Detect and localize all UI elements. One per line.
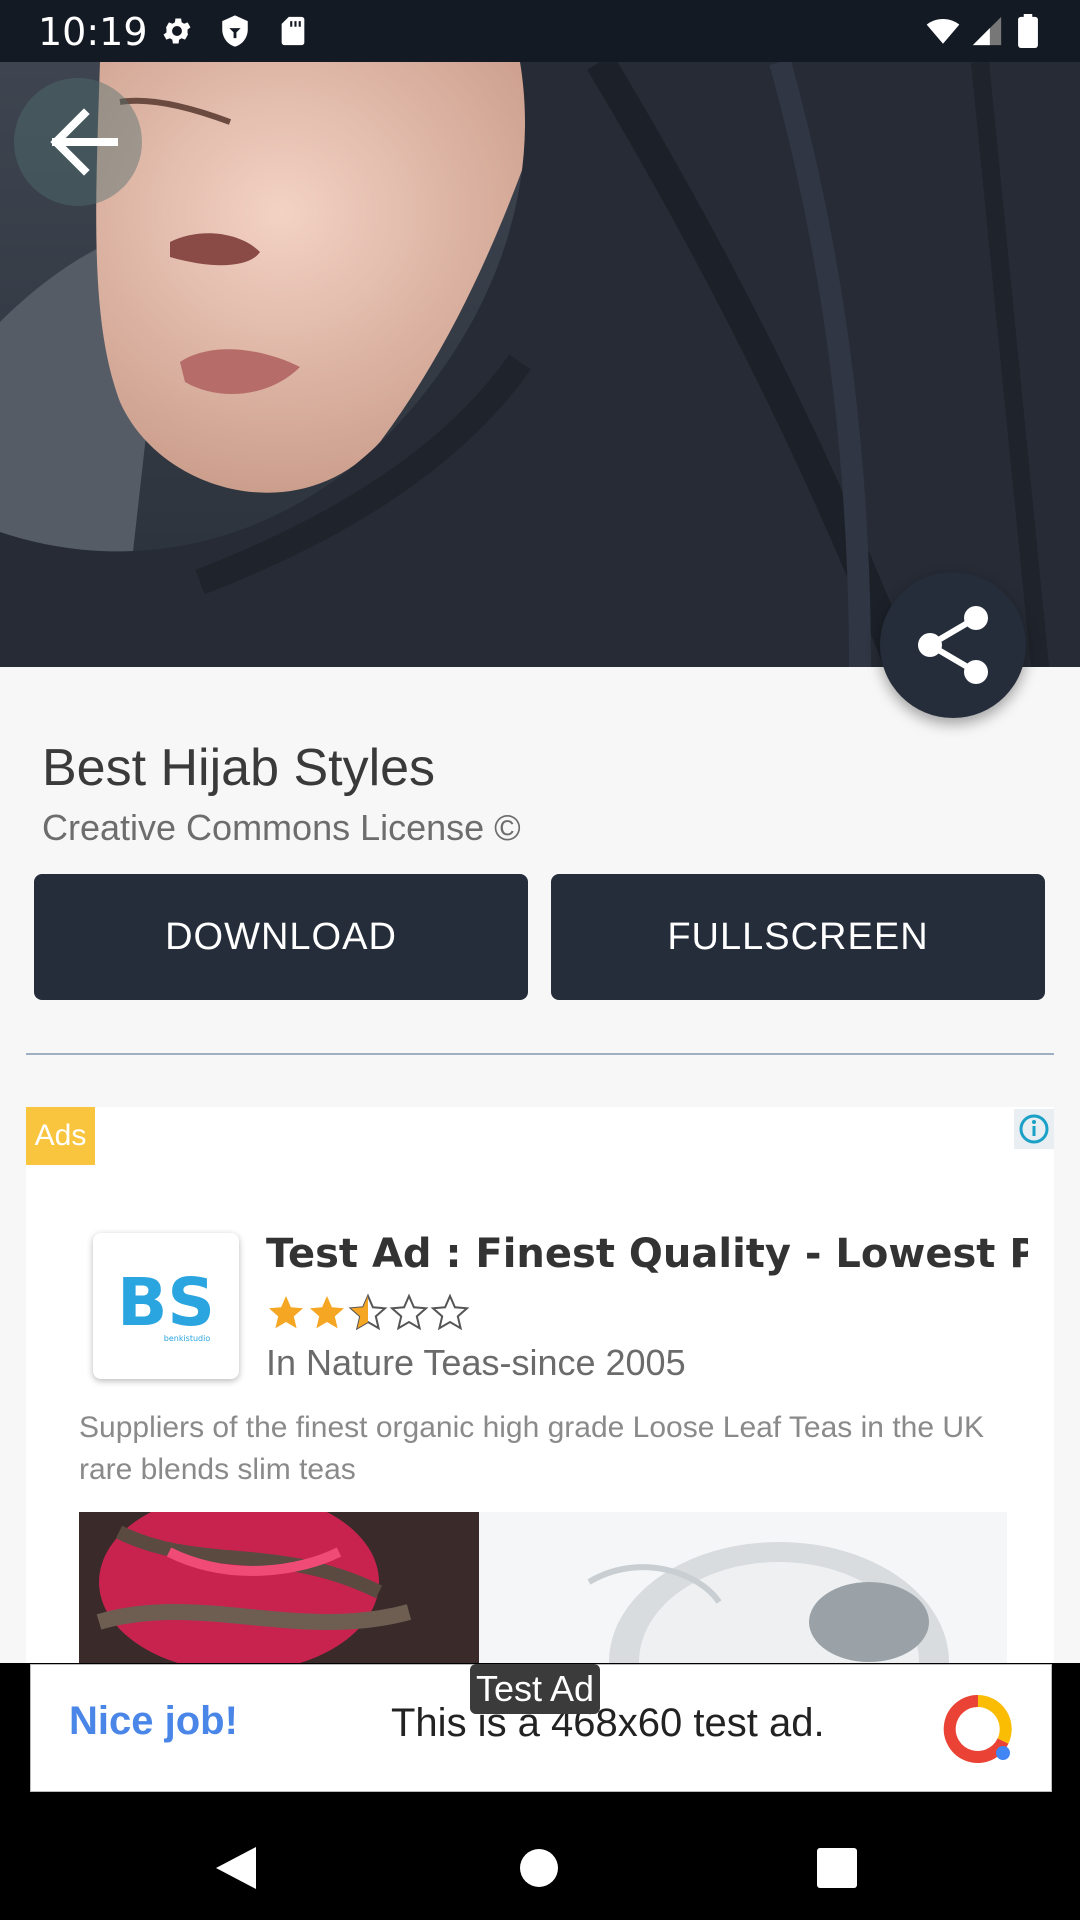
shield-icon (222, 15, 248, 47)
status-time: 10:19 (38, 10, 148, 54)
banner-ad-text: This is a 468x60 test ad. (391, 1701, 825, 1745)
test-ad-label: Test Ad (470, 1664, 601, 1714)
fullscreen-button[interactable]: FULLSCREEN (551, 874, 1045, 1000)
star-5-empty (432, 1295, 468, 1330)
status-bar: 10:19 (0, 0, 1080, 62)
download-button[interactable]: DOWNLOAD (34, 874, 528, 1000)
svg-text:benkistudio: benkistudio (164, 1334, 211, 1343)
nav-home-icon[interactable] (519, 1848, 559, 1888)
advertiser-logo[interactable]: BS benkistudio (93, 1233, 239, 1379)
nav-back-icon[interactable] (214, 1845, 258, 1891)
navigation-bar (0, 1813, 1080, 1920)
star-4-empty (391, 1295, 427, 1330)
nav-recents-icon[interactable] (817, 1848, 857, 1888)
svg-text:BS: BS (117, 1264, 215, 1341)
info-icon[interactable] (1014, 1109, 1054, 1149)
signal-icon (972, 16, 1002, 46)
ad-body-text: Suppliers of the finest organic high gra… (79, 1411, 985, 1486)
battery-icon (1018, 14, 1038, 48)
ad-media-image[interactable] (79, 1512, 1007, 1663)
advertiser-name: In Nature Teas-since 2005 (266, 1342, 686, 1383)
divider (26, 1053, 1054, 1055)
ads-badge: Ads (26, 1107, 95, 1165)
share-button[interactable] (880, 572, 1026, 718)
star-1 (269, 1296, 303, 1329)
settings-icon (163, 18, 191, 44)
page-title: Best Hijab Styles (42, 739, 436, 797)
share-icon (918, 606, 988, 684)
back-button[interactable] (14, 78, 142, 206)
ad-headline[interactable]: Test Ad : Finest Quality - Lowest Pri (266, 1231, 1028, 1277)
native-ad-card[interactable]: Ads BS benkistudio Test Ad : Finest Qual… (26, 1107, 1054, 1663)
star-3-half (350, 1295, 386, 1330)
star-2 (310, 1296, 344, 1329)
back-arrow-icon (50, 108, 118, 176)
rating-stars (269, 1295, 468, 1330)
tea-image (79, 1512, 1007, 1663)
ad-brand-icon (943, 1695, 1012, 1763)
wifi-icon (926, 18, 960, 44)
sd-card-icon (281, 16, 305, 46)
banner-nice-job: Nice job! (69, 1699, 238, 1743)
bs-logo-icon: BS benkistudio (117, 1264, 215, 1343)
license-text: Creative Commons License © (42, 807, 521, 848)
